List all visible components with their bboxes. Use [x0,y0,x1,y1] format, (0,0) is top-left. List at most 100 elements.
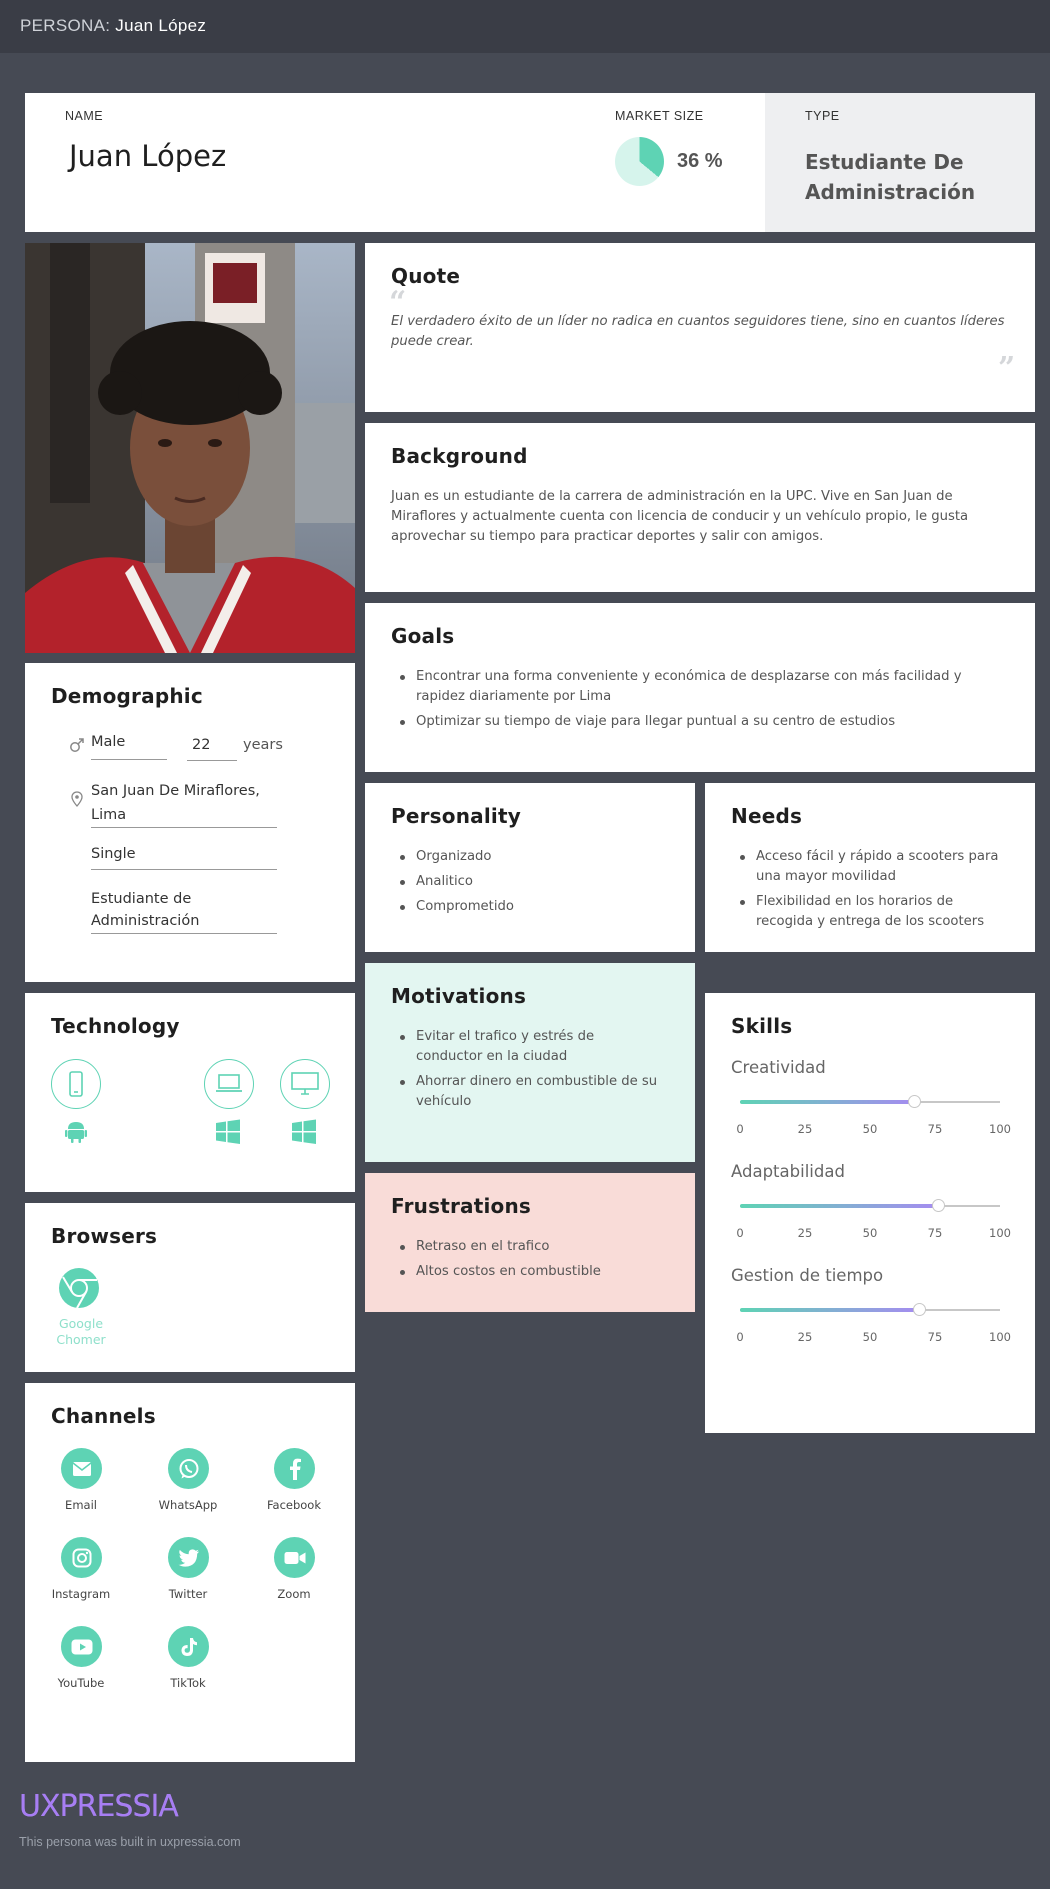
list-item: Altos costos en combustible [391,1262,671,1282]
market-size-label: MARKET SIZE [615,109,704,123]
occupation-line: Administración [91,913,200,929]
skill-tick-label: 75 [927,1330,943,1344]
age-underline [187,760,237,761]
skill-tick-label: 0 [736,1122,744,1136]
personality-list: Organizado Analitico Comprometido [391,847,671,922]
close-quote-icon: ” [998,351,1016,386]
personality-title: Personality [391,804,521,828]
skill-slider-fill [740,1308,920,1312]
background-card: Background Juan es un estudiante de la c… [365,423,1035,592]
desktop-icon [280,1059,330,1109]
skill-slider-thumb[interactable] [913,1303,927,1316]
built-with-text: This persona was built in uxpressia.com [19,1835,241,1849]
demographic-card: Demographic Male 22 years San Juan De Mi… [25,663,355,982]
skill-tick-label: 50 [862,1226,878,1240]
list-item: Evitar el trafico y estrés de conductor … [391,1027,661,1067]
channel-label: Zoom [277,1587,311,1601]
skill-slider[interactable] [740,1199,1000,1212]
type-value: Estudiante De Administración [805,150,976,204]
youtube-icon[interactable] [61,1626,102,1667]
needs-list: Acceso fácil y rápido a scooters para un… [731,847,1001,937]
tiktok-icon[interactable] [168,1626,209,1667]
age-field: 22 [192,737,211,753]
skill-name: Adaptabilidad [731,1162,845,1181]
channels-card: Channels Email WhatsApp Facebook Instagr… [25,1383,355,1762]
occupation-field: Estudiante de Administración [91,888,199,932]
persona-title: PERSONA: Juan López [20,16,207,35]
skill-tick-label: 50 [862,1122,878,1136]
name-label: NAME [65,109,104,123]
quote-text: El verdadero éxito de un líder no radica… [391,314,1005,349]
gender-underline [91,759,167,760]
needs-title: Needs [731,804,803,828]
skill-tick-label: 100 [989,1330,1011,1344]
goals-list: Encontrar una forma conveniente y económ… [391,667,981,737]
whatsapp-icon[interactable] [168,1448,209,1489]
browsers-card: Browsers Google Chomer [25,1203,355,1372]
channel-label: Email [65,1498,97,1512]
chrome-icon[interactable] [58,1267,100,1309]
header-card: NAME Juan López MARKET SIZE 36 % [25,93,765,232]
channels-title: Channels [51,1404,156,1428]
channel-label: WhatsApp [158,1498,218,1512]
facebook-icon[interactable] [274,1448,315,1489]
status-underline [91,869,277,870]
skill-slider-fill [740,1100,915,1104]
skill-slider[interactable] [740,1095,1000,1108]
motivations-title: Motivations [391,984,527,1008]
occupation-underline [91,933,277,934]
instagram-icon[interactable] [61,1537,102,1578]
motivations-card: Motivations Evitar el trafico y estrés d… [365,963,695,1162]
technology-title: Technology [51,1014,180,1038]
email-icon[interactable] [61,1448,102,1489]
uxpressia-logo[interactable]: UXPRESSIA [19,1789,179,1824]
skill-tick-label: 25 [797,1330,813,1344]
age-unit: years [243,737,283,753]
browsers-title: Browsers [51,1224,158,1248]
skill-name: Gestion de tiempo [731,1266,884,1285]
quote-card: Quote “ El verdadero éxito de un líder n… [365,243,1035,412]
needs-card: Needs Acceso fácil y rápido a scooters p… [705,783,1035,952]
channel-label: Instagram [51,1587,111,1601]
channel-label: TikTok [170,1676,206,1690]
channel-label: YouTube [57,1676,105,1690]
list-item: Acceso fácil y rápido a scooters para un… [731,847,1001,887]
motivations-list: Evitar el trafico y estrés de conductor … [391,1027,661,1117]
laptop-icon [204,1059,254,1109]
skills-title: Skills [731,1014,793,1038]
list-item: Retraso en el trafico [391,1237,671,1257]
list-item: Optimizar su tiempo de viaje para llegar… [391,712,981,732]
skill-slider[interactable] [740,1303,1000,1316]
skill-slider-thumb[interactable] [908,1095,922,1108]
male-icon [70,738,84,752]
skill-tick-label: 75 [927,1122,943,1136]
skill-tick-label: 100 [989,1226,1011,1240]
market-size-pie [615,137,664,186]
personality-card: Personality Organizado Analitico Comprom… [365,783,695,952]
skill-slider-fill [740,1204,938,1208]
list-item: Analitico [391,872,671,892]
zoom-icon[interactable] [274,1537,315,1578]
windows-icon [216,1119,240,1144]
marital-status-field: Single [91,846,136,862]
list-item: Encontrar una forma conveniente y económ… [391,667,981,707]
technology-card: Technology [25,993,355,1192]
background-title: Background [391,444,528,468]
goals-card: Goals Encontrar una forma conveniente y … [365,603,1035,772]
type-card: TYPE Estudiante De Administración [765,93,1035,232]
skill-tick-label: 50 [862,1330,878,1344]
gender-field: Male [91,734,126,750]
persona-photo [25,243,355,653]
occupation-line: Estudiante de [91,891,192,907]
skills-card: Skills Creatividad 0 25 50 75 100 Adaptabilida… [705,993,1035,1433]
skill-tick-label: 0 [736,1226,744,1240]
channel-label: Facebook [266,1498,322,1512]
browser-label: Google Chomer [31,1316,131,1348]
skill-slider-thumb[interactable] [931,1199,945,1212]
list-item: Ahorrar dinero en combustible de su vehí… [391,1072,661,1112]
twitter-icon[interactable] [168,1537,209,1578]
list-item: Comprometido [391,897,671,917]
type-label: TYPE [805,109,840,123]
browser-label-line: Chomer [56,1332,106,1347]
frustrations-title: Frustrations [391,1194,532,1218]
